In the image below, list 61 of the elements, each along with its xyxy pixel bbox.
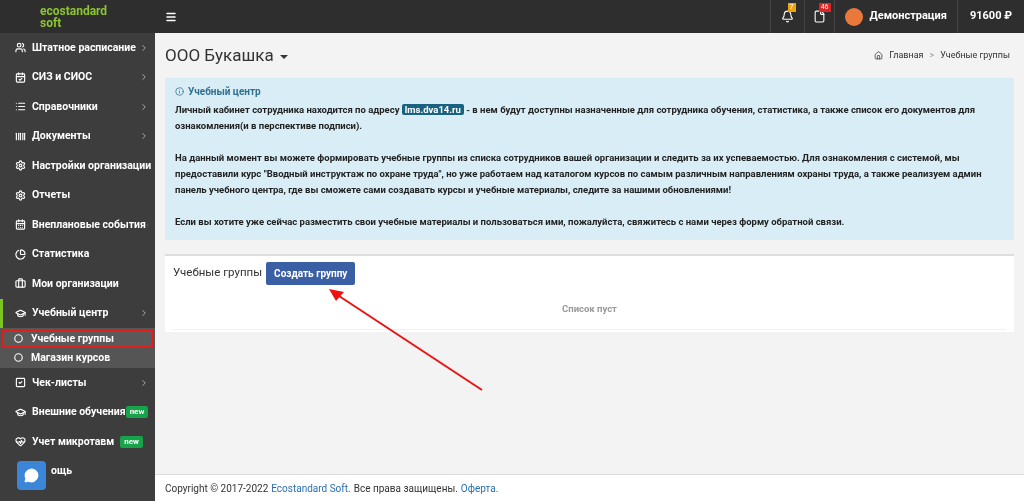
submenu-item[interactable]: Учебные группы (2, 329, 153, 348)
logo-text: ecostandard (40, 4, 109, 17)
address-link[interactable]: lms.dva14.ru (401, 103, 464, 115)
empty-list-text: Список пуст (562, 302, 617, 314)
info-paragraph: На данный момент вы можете формировать учебные группы из списка сотрудников вашей организации и следить за их успеваемостью. Для ознакомления с системой, мы предоставили курс "Вводный инструктаж по охране труда", но уже работаем над каталогом курсов по самым различным направлениям охраны труда, а также реализуем админ панель учебного центра, где вы сможете сами создавать курсы и учебные материалы, следите за нашими обновлениями! (175, 150, 983, 197)
create-group-button[interactable]: Создать группу (266, 261, 356, 285)
sidebar-item[interactable]: Документы (0, 121, 155, 151)
sidebar-item[interactable]: Статистика (0, 239, 155, 269)
document-icon[interactable] (812, 10, 826, 23)
caret-icon[interactable] (279, 55, 288, 60)
graduation-cap-icon (15, 307, 26, 319)
info-title: Учебный центр (188, 84, 261, 99)
info-icon (175, 87, 184, 96)
sidebar-item[interactable]: Штатное расписание (0, 33, 155, 63)
bell-icon[interactable] (780, 10, 794, 23)
sidebar-item[interactable]: Отчеты (0, 180, 155, 210)
sidebar-item[interactable]: Мои организации (0, 269, 155, 299)
breadcrumb-link[interactable]: Главная (889, 49, 924, 63)
rights-text: Все права защищены. (353, 481, 458, 496)
breadcrumb-current: Учебные группы (940, 49, 1010, 62)
sidebar-item[interactable]: Справочники (0, 92, 155, 122)
user-name[interactable]: Демонстрация (869, 8, 947, 25)
gear-icon (15, 189, 26, 201)
avatar (844, 7, 863, 26)
sidebar-item[interactable]: Учет микротавм new (0, 427, 155, 457)
list-icon (15, 101, 26, 113)
circle-icon (14, 334, 23, 343)
graduation-cap-icon (15, 406, 26, 418)
info-paragraph: Личный кабинет сотрудника находится по адресу lms.dva14.ru - в нем будут доступны назначенные для сотрудника обучения, статистика, а также список его документов для ознакомления(и в перспективе подписи). (175, 102, 977, 133)
sidebar-item[interactable]: Внеплановые события (0, 210, 155, 240)
home-icon (874, 51, 884, 61)
checkbox-icon (15, 377, 26, 389)
sidebar-item[interactable]: ощь (0, 456, 155, 486)
balance: 91600 ₽ (969, 8, 1012, 25)
users-icon (15, 42, 26, 54)
sidebar-item[interactable]: СИЗ и СИОС (0, 62, 155, 92)
info-paragraph: Если вы хотите уже сейчас разместить свои учебные материалы и пользоваться ими, пожалуйста, свяжитесь с нами через форму обратной связи. (175, 214, 846, 229)
company-link[interactable]: Ecostandard Soft. (271, 480, 351, 496)
pie-chart-icon (15, 248, 26, 260)
barcode-icon (15, 130, 26, 142)
breadcrumb-separator: > (929, 49, 935, 62)
heart-pulse-icon (15, 436, 26, 448)
calendar-check-icon (15, 71, 26, 83)
groups-title: Учебные группы (173, 264, 263, 282)
sidebar-item[interactable]: Чек-листы (0, 368, 155, 398)
new-badge: new (120, 435, 143, 448)
logo-text: soft (40, 16, 63, 29)
page-title: ООО Букашка (165, 44, 274, 67)
chat-button[interactable] (17, 461, 46, 490)
sidebar-item[interactable]: Настройки организации (0, 151, 155, 181)
submenu-item[interactable]: Магазин курсов (2, 348, 153, 367)
chat-icon (24, 468, 39, 483)
calendar-icon (15, 219, 26, 231)
sidebar-item[interactable]: Внешние обучения new (0, 397, 155, 427)
menu-icon[interactable] (165, 10, 177, 23)
offer-link[interactable]: Оферта. (460, 480, 499, 496)
copyright-text: Copyright © 2017-2022 (165, 481, 269, 496)
briefcase-icon (15, 278, 26, 290)
new-badge: new (125, 406, 149, 419)
circle-icon (14, 353, 23, 362)
gear-icon (15, 160, 26, 172)
